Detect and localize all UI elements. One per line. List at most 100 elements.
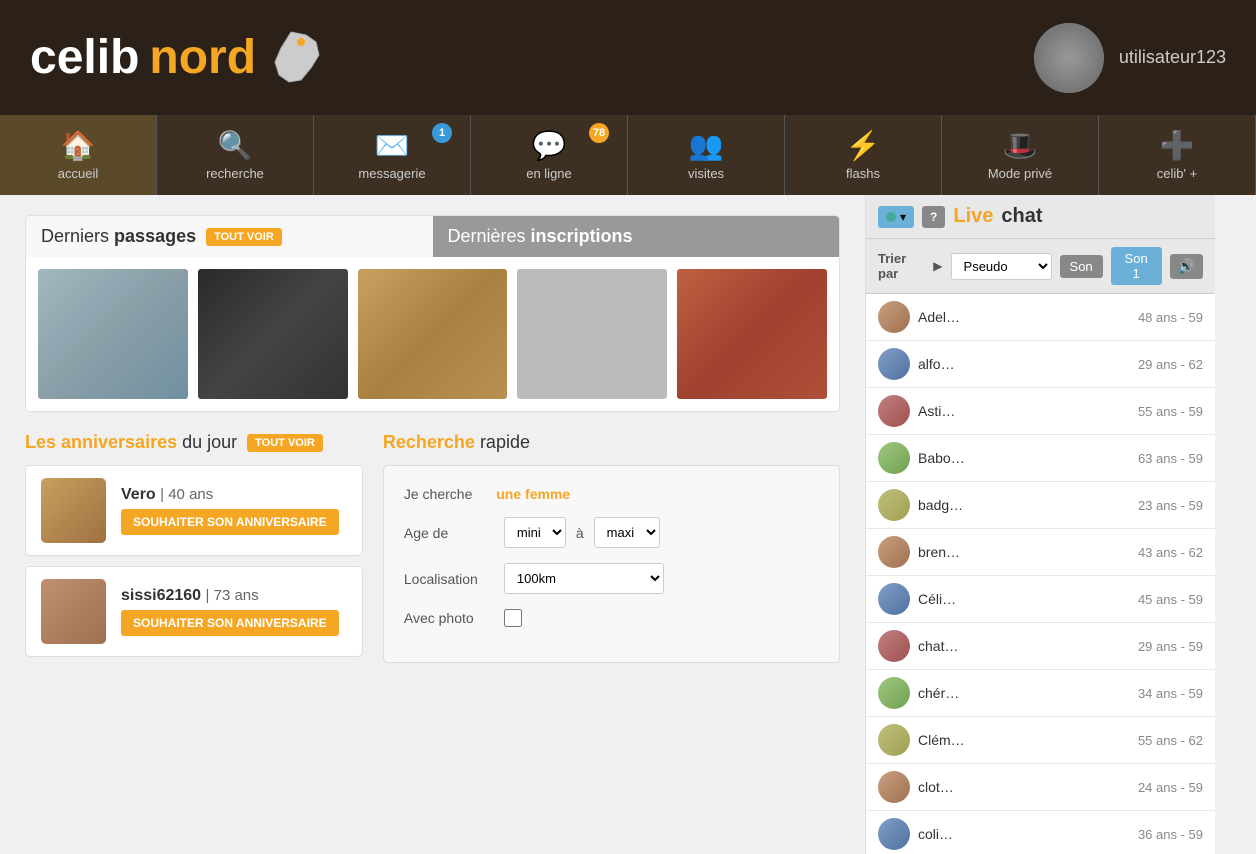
sort-select[interactable]: Pseudo Age Connexion bbox=[951, 253, 1052, 280]
anniv-name-2: sissi62160 | 73 ans bbox=[121, 587, 347, 605]
recherche-title: Recherche rapide bbox=[383, 432, 530, 453]
seeking-prefix: Je cherche bbox=[404, 486, 472, 502]
mail-icon: ✉️ bbox=[375, 129, 410, 162]
chat-list-item[interactable]: clot… 24 ans - 59 bbox=[866, 764, 1215, 811]
chat-avatar bbox=[878, 724, 910, 756]
chat-list-item[interactable]: coli… 36 ans - 59 bbox=[866, 811, 1215, 854]
chat-help-button[interactable]: ? bbox=[922, 206, 945, 228]
sidebar-item-mode-prive[interactable]: 🎩 Mode privé bbox=[942, 115, 1099, 195]
sidebar-item-accueil[interactable]: 🏠 accueil bbox=[0, 115, 157, 195]
sidebar-item-recherche[interactable]: 🔍 recherche bbox=[157, 115, 314, 195]
search-icon: 🔍 bbox=[218, 129, 253, 162]
main-layout: Derniers passages TOUT VOIR Dernières in… bbox=[0, 195, 1256, 854]
chat-list-item[interactable]: Adel… 48 ans - 59 bbox=[866, 294, 1215, 341]
visits-icon: 👥 bbox=[689, 129, 724, 162]
passage-photo-5[interactable] bbox=[677, 269, 827, 399]
chat-avatar bbox=[878, 442, 910, 474]
age-max-select[interactable]: maxi 25303540 45505560 bbox=[594, 517, 660, 548]
nav-label-messagerie: messagerie bbox=[358, 166, 425, 181]
live-chat-header: ▾ ? Live chat bbox=[866, 195, 1215, 239]
anniv-avatar-2 bbox=[41, 579, 106, 644]
passage-photo-3[interactable] bbox=[358, 269, 508, 399]
nav-label-flashs: flashs bbox=[846, 166, 880, 181]
anniv-age-2: | 73 ans bbox=[206, 587, 259, 604]
chat-user-age: 29 ans - 62 bbox=[1138, 357, 1203, 372]
recherche-location-row: Localisation 10km 20km 50km 100km 200km … bbox=[404, 563, 819, 594]
age-min-select[interactable]: mini 18202530 35404550 bbox=[504, 517, 566, 548]
chat-list-item[interactable]: chat… 29 ans - 59 bbox=[866, 623, 1215, 670]
inscriptions-title-normal: Dernières bbox=[448, 226, 526, 246]
souhaiter-button-2[interactable]: SOUHAITER SON ANNIVERSAIRE bbox=[121, 610, 339, 636]
age-label: Age de bbox=[404, 525, 494, 541]
chat-user-list: Adel… 48 ans - 59 alfo… 29 ans - 62 Asti… bbox=[866, 294, 1215, 854]
passage-photo-4[interactable] bbox=[517, 269, 667, 399]
inscriptions-header: Dernières inscriptions bbox=[433, 216, 840, 257]
anniv-card-1: Vero | 40 ans SOUHAITER SON ANNIVERSAIRE bbox=[25, 465, 363, 556]
chat-controls: Trier par ▶ Pseudo Age Connexion Son Son… bbox=[866, 239, 1215, 294]
recherche-title-row: Recherche rapide bbox=[383, 432, 840, 453]
status-dot bbox=[886, 212, 896, 222]
main-nav: 🏠 accueil 🔍 recherche ✉️ 1 messagerie 💬 … bbox=[0, 115, 1256, 195]
chat-list-item[interactable]: Clém… 55 ans - 62 bbox=[866, 717, 1215, 764]
chat-user-name: coli… bbox=[918, 826, 1130, 842]
photo-checkbox[interactable] bbox=[504, 609, 522, 627]
sound-button[interactable]: 🔊 bbox=[1170, 254, 1203, 279]
chat-list-item[interactable]: bren… 43 ans - 62 bbox=[866, 529, 1215, 576]
recherche-photo-row: Avec photo bbox=[404, 609, 819, 627]
passages-tout-voir-button[interactable]: TOUT VOIR bbox=[206, 228, 282, 246]
recherche-age-row: Age de mini 18202530 35404550 à maxi 253… bbox=[404, 517, 819, 548]
chat-avatar bbox=[878, 489, 910, 521]
nav-label-recherche: recherche bbox=[206, 166, 264, 181]
sort-label: Trier par bbox=[878, 251, 925, 281]
gender-son-button[interactable]: Son bbox=[1060, 255, 1103, 278]
location-select[interactable]: 10km 20km 50km 100km 200km 500km Partout bbox=[504, 563, 664, 594]
anniv-info-1: Vero | 40 ans SOUHAITER SON ANNIVERSAIRE bbox=[121, 486, 347, 535]
chat-status-button[interactable]: ▾ bbox=[878, 206, 914, 228]
live-chat-panel: ▾ ? Live chat Trier par ▶ Pseudo Age Con… bbox=[865, 195, 1215, 854]
live-chat-live-text: Live bbox=[953, 205, 993, 228]
anniv-age-1: | 40 ans bbox=[160, 486, 213, 503]
chat-user-age: 63 ans - 59 bbox=[1138, 451, 1203, 466]
sidebar-item-flashs[interactable]: ⚡ flashs bbox=[785, 115, 942, 195]
recherche-box: Je cherche une femme Age de mini 1820253… bbox=[383, 465, 840, 663]
age-separator: à bbox=[576, 525, 584, 541]
header-user: utilisateur123 bbox=[1034, 23, 1226, 93]
chat-list-item[interactable]: Asti… 55 ans - 59 bbox=[866, 388, 1215, 435]
chat-user-name: clot… bbox=[918, 779, 1130, 795]
passage-photo-2[interactable] bbox=[198, 269, 348, 399]
chat-list-item[interactable]: alfo… 29 ans - 62 bbox=[866, 341, 1215, 388]
chat-user-age: 29 ans - 59 bbox=[1138, 639, 1203, 654]
chat-user-age: 45 ans - 59 bbox=[1138, 592, 1203, 607]
inscriptions-title-bold: inscriptions bbox=[531, 226, 633, 246]
chat-avatar bbox=[878, 395, 910, 427]
chat-user-age: 55 ans - 62 bbox=[1138, 733, 1203, 748]
main-content: Derniers passages TOUT VOIR Dernières in… bbox=[0, 195, 865, 854]
bottom-section-row: Les anniversaires du jour TOUT VOIR Vero… bbox=[25, 432, 840, 667]
chat-list-item[interactable]: Babo… 63 ans - 59 bbox=[866, 435, 1215, 482]
chat-avatar bbox=[878, 771, 910, 803]
nav-label-accueil: accueil bbox=[58, 166, 98, 181]
gender-son1-button[interactable]: Son 1 bbox=[1111, 247, 1162, 285]
seeking-value: une femme bbox=[496, 486, 570, 502]
chat-list-item[interactable]: badg… 23 ans - 59 bbox=[866, 482, 1215, 529]
chat-user-age: 36 ans - 59 bbox=[1138, 827, 1203, 842]
logo[interactable]: celibnord bbox=[30, 30, 321, 85]
location-label: Localisation bbox=[404, 571, 494, 587]
nav-label-en-ligne: en ligne bbox=[526, 166, 572, 181]
chat-list-item[interactable]: Céli… 45 ans - 59 bbox=[866, 576, 1215, 623]
nav-label-visites: visites bbox=[688, 166, 724, 181]
chat-list-item[interactable]: chér… 34 ans - 59 bbox=[866, 670, 1215, 717]
souhaiter-button-1[interactable]: SOUHAITER SON ANNIVERSAIRE bbox=[121, 509, 339, 535]
logo-text-orange: nord bbox=[149, 30, 256, 85]
chat-user-name: Adel… bbox=[918, 309, 1130, 325]
sidebar-item-en-ligne[interactable]: 💬 78 en ligne bbox=[471, 115, 628, 195]
sidebar-item-celib-plus[interactable]: ➕ celib' + bbox=[1099, 115, 1256, 195]
sidebar-item-messagerie[interactable]: ✉️ 1 messagerie bbox=[314, 115, 471, 195]
anniversaires-tout-voir-button[interactable]: TOUT VOIR bbox=[247, 434, 323, 452]
passage-photo-1[interactable] bbox=[38, 269, 188, 399]
chat-user-name: alfo… bbox=[918, 356, 1130, 372]
chat-user-age: 43 ans - 62 bbox=[1138, 545, 1203, 560]
chat-user-name: bren… bbox=[918, 544, 1130, 560]
chat-avatar bbox=[878, 301, 910, 333]
sidebar-item-visites[interactable]: 👥 visites bbox=[628, 115, 785, 195]
